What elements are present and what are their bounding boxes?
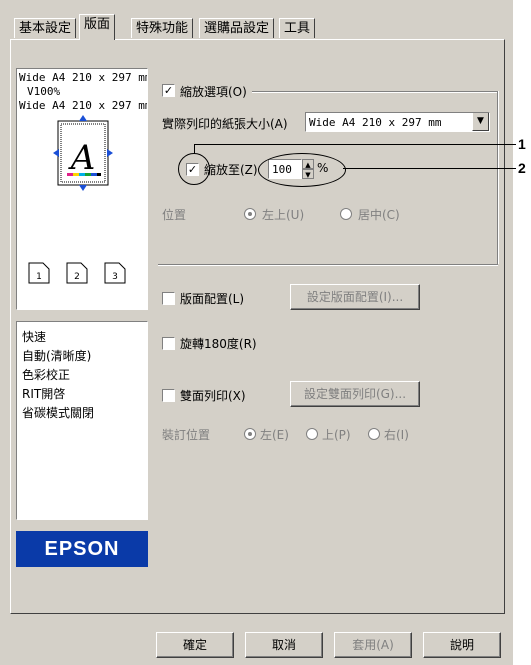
tab-special-features[interactable]: 特殊功能 [131,18,194,38]
preview-paper-line: Wide A4 210 x 297 mm [19,71,148,84]
zoom-group-right-line [497,91,499,264]
zoom-group-top-line [252,91,498,93]
layout-label: 版面配置(L) [180,292,245,306]
preview-page-number: 1 [36,272,42,282]
epson-logo: EPSON [16,531,148,567]
callout-leader-1 [209,144,516,145]
callout-circle-2 [258,153,346,187]
rotate-label: 旋轉180度(R) [180,337,257,351]
duplex-checkbox[interactable] [162,389,175,402]
chevron-down-icon[interactable]: ▼ [472,113,489,131]
duplex-settings-button[interactable]: 設定雙面列印(G)... [290,381,420,407]
binding-top-radio[interactable] [306,428,318,440]
apply-button[interactable]: 套用(A) [334,632,412,658]
paper-size-label: 實際列印的紙張大小(A) [162,117,288,131]
settings-item: 省碳模式關閉 [22,406,95,420]
binding-right-label: 右(I) [384,428,409,442]
position-top-left-radio[interactable] [244,208,256,220]
rotate-checkbox[interactable] [162,337,175,350]
binding-top-label: 上(P) [322,428,351,442]
help-button[interactable]: 說明 [423,632,501,658]
zoom-options-checkbox[interactable]: ✓ [162,84,175,97]
position-top-left-label: 左上(U) [262,208,305,222]
position-center-radio[interactable] [340,208,352,220]
zoom-options-label: 縮放選項(O) [180,85,247,99]
position-center-label: 居中(C) [358,208,400,222]
zoom-to-label: 縮放至(Z) [204,163,258,177]
current-settings-list: 快速 自動(清晰度) 色彩校正 RIT開啓 省碳模式關閉 [16,321,148,520]
tab-basic-settings[interactable]: 基本設定 [14,18,77,38]
preview-page-number: 3 [112,272,118,282]
callout-leader-1a [194,144,210,154]
ok-button[interactable]: 確定 [156,632,234,658]
settings-item: 自動(清晰度) [22,349,92,363]
binding-left-radio[interactable] [244,428,256,440]
settings-item: 色彩校正 [22,368,71,382]
paper-size-select[interactable]: Wide A4 210 x 297 mm ▼ [305,112,490,132]
binding-left-label: 左(E) [260,428,289,442]
page-preview-panel: Wide A4 210 x 297 mm V100% Wide A4 210 x… [16,68,148,310]
settings-item: 快速 [22,330,47,344]
preview-output-line: Wide A4 210 x 297 mm [19,99,148,112]
callout-leader-2 [343,168,516,169]
page-preview-graphic: A 1 2 3 [28,115,126,284]
preview-letter-glyph: A [68,138,96,178]
preview-zoom-line: V100% [27,85,61,98]
tab-layout[interactable]: 版面 [79,14,116,40]
tab-tools[interactable]: 工具 [279,18,316,38]
layout-settings-button[interactable]: 設定版面配置(I)... [290,284,420,310]
callout-number-1: 1 [518,136,526,152]
zoom-group-bottom-line [158,264,498,266]
printer-properties-dialog: 基本設定 版面 特殊功能 選購品設定 工具 Wide A4 210 x 297 … [0,0,513,665]
preview-page-number: 2 [74,272,80,282]
position-label: 位置 [162,208,187,222]
settings-item: RIT開啓 [22,387,66,401]
tab-optional-settings[interactable]: 選購品設定 [199,18,275,38]
binding-position-label: 裝訂位置 [162,428,211,442]
callout-number-2: 2 [518,160,526,176]
binding-right-radio[interactable] [368,428,380,440]
paper-size-value: Wide A4 210 x 297 mm [309,116,442,129]
layout-checkbox[interactable] [162,292,175,305]
cancel-button[interactable]: 取消 [245,632,323,658]
callout-circle-1 [178,153,210,185]
duplex-label: 雙面列印(X) [180,389,246,403]
